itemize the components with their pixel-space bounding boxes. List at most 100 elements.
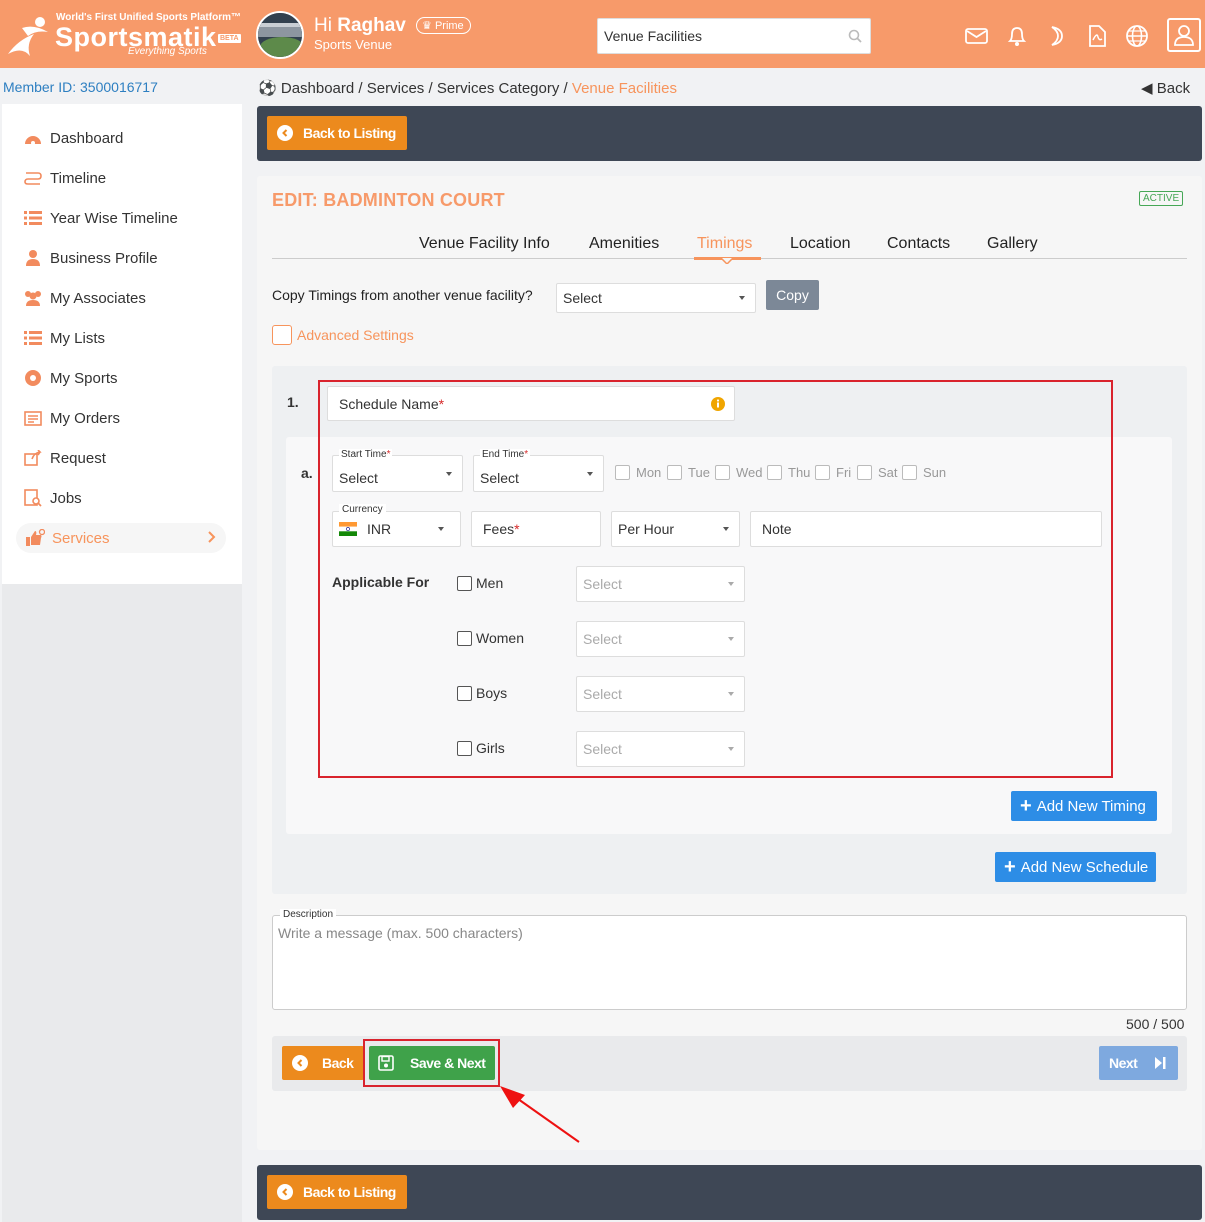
brand-slogan: Everything Sports (128, 46, 207, 57)
request-icon (22, 449, 44, 467)
description-label: Description (280, 909, 337, 920)
breadcrumb-services-category[interactable]: Services Category (437, 80, 560, 97)
breadcrumb-dashboard[interactable]: Dashboard (281, 80, 354, 97)
add-schedule-label: Add New Schedule (1020, 858, 1149, 876)
char-counter: 500 / 500 (1126, 1016, 1185, 1032)
sidebar-item-my-orders[interactable]: My Orders (22, 403, 227, 433)
back-to-listing-button[interactable]: Back to Listing (267, 116, 407, 150)
user-icon (22, 249, 44, 267)
schedule-number: 1. (287, 394, 299, 410)
plus-icon: + (1020, 795, 1032, 817)
breadcrumb-separator: / (424, 80, 437, 97)
tab-gallery[interactable]: Gallery (987, 235, 1038, 253)
top-header: World's First Unified Sports Platform™ S… (0, 0, 1205, 68)
list-icon (22, 329, 44, 347)
status-badge: ACTIVE (1139, 191, 1184, 206)
tab-amenities[interactable]: Amenities (589, 235, 659, 253)
list-icon (22, 209, 44, 227)
sidebar-item-year-wise-timeline[interactable]: Year Wise Timeline (22, 203, 227, 233)
moon-icon[interactable] (1045, 24, 1069, 48)
sidebar-item-jobs[interactable]: Jobs (22, 483, 227, 513)
back-link-label: Back (1156, 80, 1191, 97)
sidebar-item-timeline[interactable]: Timeline (22, 163, 227, 193)
add-new-timing-button[interactable]: + Add New Timing (1011, 791, 1157, 821)
sidebar-item-label: My Associates (50, 289, 146, 307)
greeting: Hi Raghav (314, 15, 406, 37)
pdf-icon[interactable] (1085, 24, 1109, 48)
dashboard-icon: ⚽ (258, 80, 277, 97)
header-search (597, 18, 871, 54)
sidebar-item-label: Business Profile (50, 249, 158, 267)
description-placeholder: Write a message (max. 500 characters) (278, 925, 523, 941)
back-button[interactable]: Back (282, 1046, 364, 1080)
highlight-box-schedule (318, 380, 1113, 778)
sidebar-item-my-lists[interactable]: My Lists (22, 323, 227, 353)
user-menu-button[interactable] (1167, 18, 1201, 52)
timing-letter: a. (301, 465, 313, 481)
sidebar-item-request[interactable]: Request (22, 443, 227, 473)
back-to-listing-button-bottom[interactable]: Back to Listing (267, 1175, 407, 1209)
tab-contacts[interactable]: Contacts (887, 235, 950, 253)
mail-icon[interactable] (965, 24, 989, 48)
copy-button[interactable]: Copy (766, 280, 819, 310)
page-title: EDIT: BADMINTON COURT (272, 190, 505, 210)
add-timing-label: Add New Timing (1036, 797, 1146, 815)
globe-icon[interactable] (1125, 24, 1149, 48)
greeting-prefix: Hi (314, 15, 338, 36)
sidebar-item-my-sports[interactable]: My Sports (22, 363, 227, 393)
next-button[interactable]: Next (1099, 1046, 1178, 1080)
skip-next-icon (1155, 1057, 1166, 1069)
tab-timings[interactable]: Timings (697, 235, 752, 253)
breadcrumb-separator: / (354, 80, 367, 97)
copy-select-value: Select (563, 290, 602, 306)
breadcrumb-separator: / (559, 80, 572, 97)
ball-icon (22, 369, 44, 387)
sidebar-item-label: My Lists (50, 329, 106, 347)
next-button-label: Next (1109, 1055, 1138, 1071)
search-input[interactable] (598, 19, 838, 53)
breadcrumb: ⚽ Dashboard / Services / Services Catego… (258, 79, 677, 97)
tab-caret-icon (721, 258, 733, 264)
sidebar-item-label: Jobs (50, 489, 82, 507)
orders-icon (22, 409, 44, 427)
sidebar-item-services[interactable]: Services (16, 523, 226, 553)
tab-venue-facility-info[interactable]: Venue Facility Info (419, 235, 550, 253)
back-circle-icon: ◀ (1141, 80, 1153, 97)
dashboard-icon (22, 129, 44, 147)
stadium-image (258, 13, 302, 57)
chevron-right-icon (208, 530, 216, 547)
back-button-label: Back (322, 1055, 354, 1071)
advanced-settings-label[interactable]: Advanced Settings (297, 327, 414, 343)
profile-avatar[interactable] (256, 11, 304, 59)
breadcrumb-services[interactable]: Services (367, 80, 425, 97)
sidebar-item-label: Dashboard (50, 129, 124, 147)
sidebar-item-label: My Orders (50, 409, 121, 427)
user-role: Sports Venue (314, 37, 393, 52)
users-icon (22, 289, 44, 307)
prime-badge: ♛ Prime (416, 17, 471, 34)
sportsmatik-logo[interactable]: World's First Unified Sports Platform™ S… (4, 10, 244, 60)
advanced-settings-checkbox[interactable] (272, 325, 292, 345)
highlight-box-save (363, 1039, 500, 1087)
user-icon (1174, 25, 1194, 46)
add-new-schedule-button[interactable]: + Add New Schedule (995, 852, 1156, 882)
sidebar-footer-area (2, 584, 242, 1222)
sidebar-item-my-associates[interactable]: My Associates (22, 283, 227, 313)
prime-label: Prime (434, 20, 464, 32)
services-icon (24, 529, 46, 547)
tab-location[interactable]: Location (790, 235, 851, 253)
sidebar-item-dashboard[interactable]: Dashboard (22, 123, 227, 153)
timeline-icon (22, 169, 44, 187)
search-icon[interactable] (848, 29, 862, 43)
bell-icon[interactable] (1005, 24, 1029, 48)
chevron-left-icon (277, 1184, 293, 1200)
back-to-listing-label: Back to Listing (303, 125, 396, 141)
breadcrumb-current: Venue Facilities (571, 80, 677, 97)
back-to-listing-label: Back to Listing (303, 1184, 396, 1200)
copy-facility-select[interactable]: Select (556, 283, 756, 313)
chevron-left-icon (292, 1055, 308, 1071)
logo-mark-icon (8, 17, 48, 56)
sidebar-item-label: Services (52, 529, 110, 547)
sidebar-item-business-profile[interactable]: Business Profile (22, 243, 227, 273)
back-link[interactable]: ◀ Back (1141, 79, 1190, 97)
